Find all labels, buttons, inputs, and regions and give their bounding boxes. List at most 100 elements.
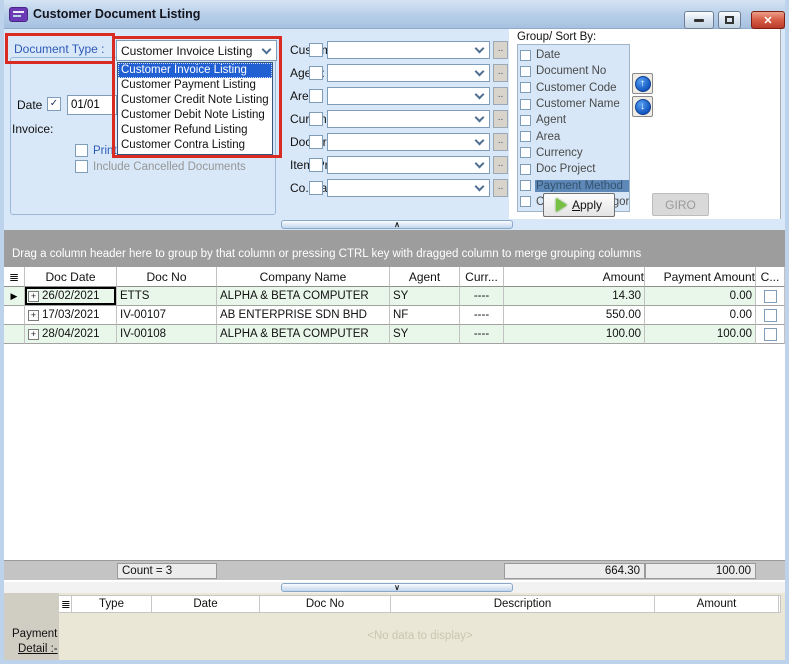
expand-row-icon[interactable]: + [28,310,39,321]
column-header-type[interactable]: Type [72,596,152,612]
agent-browse-button[interactable]: .. [493,64,508,82]
column-header-doc-no[interactable]: Doc No [117,267,217,287]
currency-checkbox[interactable] [309,112,323,126]
no-data-message: <No data to display> [59,613,781,658]
move-down-button[interactable]: ↓ [632,96,653,117]
dropdown-option-customer-payment-listing[interactable]: Customer Payment Listing [118,78,272,93]
group-sort-checkbox[interactable] [520,196,531,207]
chevron-down-icon [475,67,485,77]
group-sort-item-doc-project[interactable]: Doc Project [520,161,629,177]
expand-row-icon[interactable]: + [28,329,39,340]
bottom-splitter[interactable]: ∨ [4,582,785,593]
splitter-collapse-handle[interactable]: ∨ [281,583,513,592]
area-checkbox[interactable] [309,89,323,103]
doc-proj-checkbox[interactable] [309,135,323,149]
include-cancelled-label: Include Cancelled Documents [93,161,246,173]
column-chooser-icon[interactable]: ≣ [59,596,72,612]
cell-amount: 100.00 [504,325,645,344]
document-type-combobox[interactable]: Customer Invoice Listing [116,40,277,61]
column-header-date[interactable]: Date [152,596,260,612]
dropdown-option-customer-invoice-listing[interactable]: Customer Invoice Listing [118,63,272,78]
group-sort-checkbox[interactable] [520,50,531,61]
cell-currency: ---- [460,287,504,306]
dropdown-option-customer-credit-note-listing[interactable]: Customer Credit Note Listing [118,93,272,108]
group-sort-item-agent[interactable]: Agent [520,112,629,128]
group-sort-item-customer-name[interactable]: Customer Name [520,96,629,112]
co-cate-combobox[interactable] [327,179,490,197]
cell-agent: NF [390,306,460,325]
move-up-button[interactable]: ↑ [632,73,653,94]
item-proj-combobox[interactable] [327,156,490,174]
dropdown-option-customer-contra-listing[interactable]: Customer Contra Listing [118,138,272,153]
payment-detail-label-line2[interactable]: Detail :- [18,643,58,655]
row-checkbox[interactable] [764,309,777,322]
group-sort-item-area[interactable]: Area [520,128,629,144]
column-header-doc-date[interactable]: Doc Date [25,267,117,287]
print-label: Print [93,145,117,157]
group-sort-checkbox[interactable] [520,147,531,158]
item-proj-checkbox[interactable] [309,158,323,172]
row-indicator-icon: ▶ [11,291,18,302]
group-sort-item-payment-method[interactable]: Payment Method [520,177,629,193]
column-header-doc-no[interactable]: Doc No [260,596,391,612]
doc-proj-browse-button[interactable]: .. [493,133,508,151]
group-sort-checkbox[interactable] [520,164,531,175]
group-sort-checkbox[interactable] [520,66,531,77]
item-proj-browse-button[interactable]: .. [493,156,508,174]
table-row[interactable]: +28/04/2021 IV-00108 ALPHA & BETA COMPUT… [4,325,785,344]
cell-doc-date: 28/04/2021 [42,328,100,340]
chevron-down-icon [475,90,485,100]
currency-browse-button[interactable]: .. [493,110,508,128]
include-cancelled-checkbox[interactable] [75,160,88,173]
group-sort-checkbox[interactable] [520,82,531,93]
group-sort-checkbox[interactable] [520,99,531,110]
column-header-check[interactable]: C... [756,267,785,287]
expand-row-icon[interactable]: + [28,291,39,302]
row-checkbox[interactable] [764,328,777,341]
area-combobox[interactable] [327,87,490,105]
column-chooser-icon[interactable]: ≣ [4,267,25,287]
group-sort-checkbox[interactable] [520,131,531,142]
doc-proj-combobox[interactable] [327,133,490,151]
group-sort-item-date[interactable]: Date [520,47,629,63]
group-by-drop-zone[interactable]: Drag a column header here to group by th… [4,230,785,267]
dropdown-option-customer-refund-listing[interactable]: Customer Refund Listing [118,123,272,138]
column-header-currency[interactable]: Curr... [460,267,504,287]
table-row[interactable]: +17/03/2021 IV-00107 AB ENTERPRISE SDN B… [4,306,785,325]
customer-browse-button[interactable]: .. [493,41,508,59]
group-sort-checkbox[interactable] [520,115,531,126]
minimize-button[interactable] [684,11,714,29]
maximize-button[interactable] [718,11,741,29]
selector-row-area: Area: .. [285,87,509,105]
dropdown-option-customer-debit-note-listing[interactable]: Customer Debit Note Listing [118,108,272,123]
currency-combobox[interactable] [327,110,490,128]
customer-checkbox[interactable] [309,43,323,57]
column-header-description[interactable]: Description [391,596,655,612]
agent-checkbox[interactable] [309,66,323,80]
column-header-amount[interactable]: Amount [504,267,645,287]
table-row[interactable]: ▶ +26/02/2021 ETTS ALPHA & BETA COMPUTER… [4,287,785,306]
apply-button[interactable]: Apply [543,193,615,217]
co-cate-browse-button[interactable]: .. [493,179,508,197]
group-sort-item-customer-code[interactable]: Customer Code [520,80,629,96]
group-sort-item-document-no[interactable]: Document No [520,63,629,79]
column-header-company-name[interactable]: Company Name [217,267,390,287]
column-header-agent[interactable]: Agent [390,267,460,287]
group-sort-item-currency[interactable]: Currency [520,145,629,161]
co-cate-checkbox[interactable] [309,181,323,195]
column-header-amount[interactable]: Amount [655,596,779,612]
print-checkbox[interactable] [75,144,88,157]
cell-doc-date: 17/03/2021 [42,309,100,321]
customer-combobox[interactable] [327,41,490,59]
date-from-input[interactable] [67,95,117,115]
row-checkbox[interactable] [764,290,777,303]
column-header-payment-amount[interactable]: Payment Amount [645,267,756,287]
agent-combobox[interactable] [327,64,490,82]
area-browse-button[interactable]: .. [493,87,508,105]
splitter-collapse-handle[interactable]: ∧ [281,220,513,229]
date-checkbox[interactable]: ✓ [47,97,61,111]
top-splitter[interactable]: ∧ [4,219,785,230]
close-button[interactable]: ✕ [751,11,785,29]
cell-amount: 550.00 [504,306,645,325]
group-sort-checkbox[interactable] [520,180,531,191]
